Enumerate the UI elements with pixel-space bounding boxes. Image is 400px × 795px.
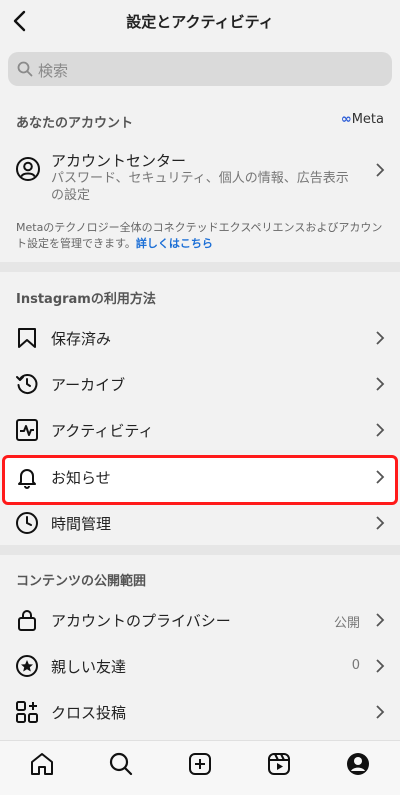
search-icon <box>17 61 33 77</box>
star-circle-icon <box>16 655 38 677</box>
section-divider <box>0 262 400 272</box>
chevron-right-icon <box>376 423 385 437</box>
row-label: 保存済み <box>51 330 112 348</box>
grid-add-icon <box>16 701 38 723</box>
search-input[interactable]: 検索 <box>8 52 392 86</box>
header: 設定とアクティビティ <box>0 0 400 44</box>
chevron-right-icon <box>376 163 385 177</box>
account-circle-icon <box>16 157 40 181</box>
row-account-privacy[interactable]: アカウントのプライバシー 公開 <box>0 597 400 643</box>
clock-icon <box>16 512 38 534</box>
archive-icon <box>16 374 38 394</box>
search-icon[interactable] <box>108 751 134 777</box>
chevron-right-icon <box>376 659 385 673</box>
activity-icon <box>16 419 38 441</box>
bookmark-icon <box>18 328 36 348</box>
reels-icon[interactable] <box>266 751 292 777</box>
chevron-right-icon <box>376 705 385 719</box>
search-placeholder: 検索 <box>38 62 69 80</box>
row-label: 親しい友達 <box>51 658 127 676</box>
row-archive[interactable]: アーカイブ <box>0 361 400 407</box>
lock-icon <box>18 610 36 631</box>
row-activity[interactable]: アクティビティ <box>0 407 400 453</box>
accounts-center-title: アカウントセンター <box>51 152 187 170</box>
meta-logo: ∞Meta <box>340 112 384 127</box>
accounts-center-row[interactable]: アカウントセンター パスワード、セキュリティ、個人の情報、広告表示の設定 <box>0 146 400 208</box>
meta-infinity-icon: ∞ <box>340 112 352 127</box>
row-notifications[interactable]: お知らせ <box>0 454 400 500</box>
section-title-usage: Instagramの利用方法 <box>16 292 156 307</box>
chevron-right-icon <box>376 516 385 530</box>
home-icon[interactable] <box>29 751 55 777</box>
row-label: アーカイブ <box>51 376 126 394</box>
profile-icon[interactable] <box>345 751 371 777</box>
row-label: クロス投稿 <box>51 704 127 722</box>
row-close-friends[interactable]: 親しい友達 0 <box>0 643 400 689</box>
chevron-right-icon <box>376 331 385 345</box>
section-title-account: あなたのアカウント <box>16 116 134 131</box>
accounts-center-subtitle: パスワード、セキュリティ、個人の情報、広告表示の設定 <box>51 171 349 203</box>
chevron-right-icon <box>376 377 385 391</box>
learn-more-link[interactable]: 詳しくはこちら <box>136 237 213 250</box>
section-title-privacy: コンテンツの公開範囲 <box>16 574 147 589</box>
close-friends-count: 0 <box>351 658 360 673</box>
chevron-right-icon <box>376 470 385 484</box>
meta-note: Metaのテクノロジー全体のコネクテッドエクスペリエンスおよびアカウント設定を管… <box>16 221 383 250</box>
bell-icon <box>18 469 36 489</box>
chevron-right-icon <box>376 613 385 627</box>
row-saved[interactable]: 保存済み <box>0 315 400 361</box>
row-label: アクティビティ <box>51 422 154 440</box>
create-icon[interactable] <box>187 751 213 777</box>
row-crossposting[interactable]: クロス投稿 <box>0 689 400 735</box>
row-time-management[interactable]: 時間管理 <box>0 500 400 546</box>
section-divider <box>0 545 400 555</box>
page-title: 設定とアクティビティ <box>126 13 274 31</box>
row-label: 時間管理 <box>51 515 112 533</box>
bottom-tab-bar <box>0 740 400 795</box>
privacy-value: 公開 <box>333 616 360 631</box>
row-label: お知らせ <box>51 469 111 487</box>
row-label: アカウントのプライバシー <box>51 612 231 630</box>
